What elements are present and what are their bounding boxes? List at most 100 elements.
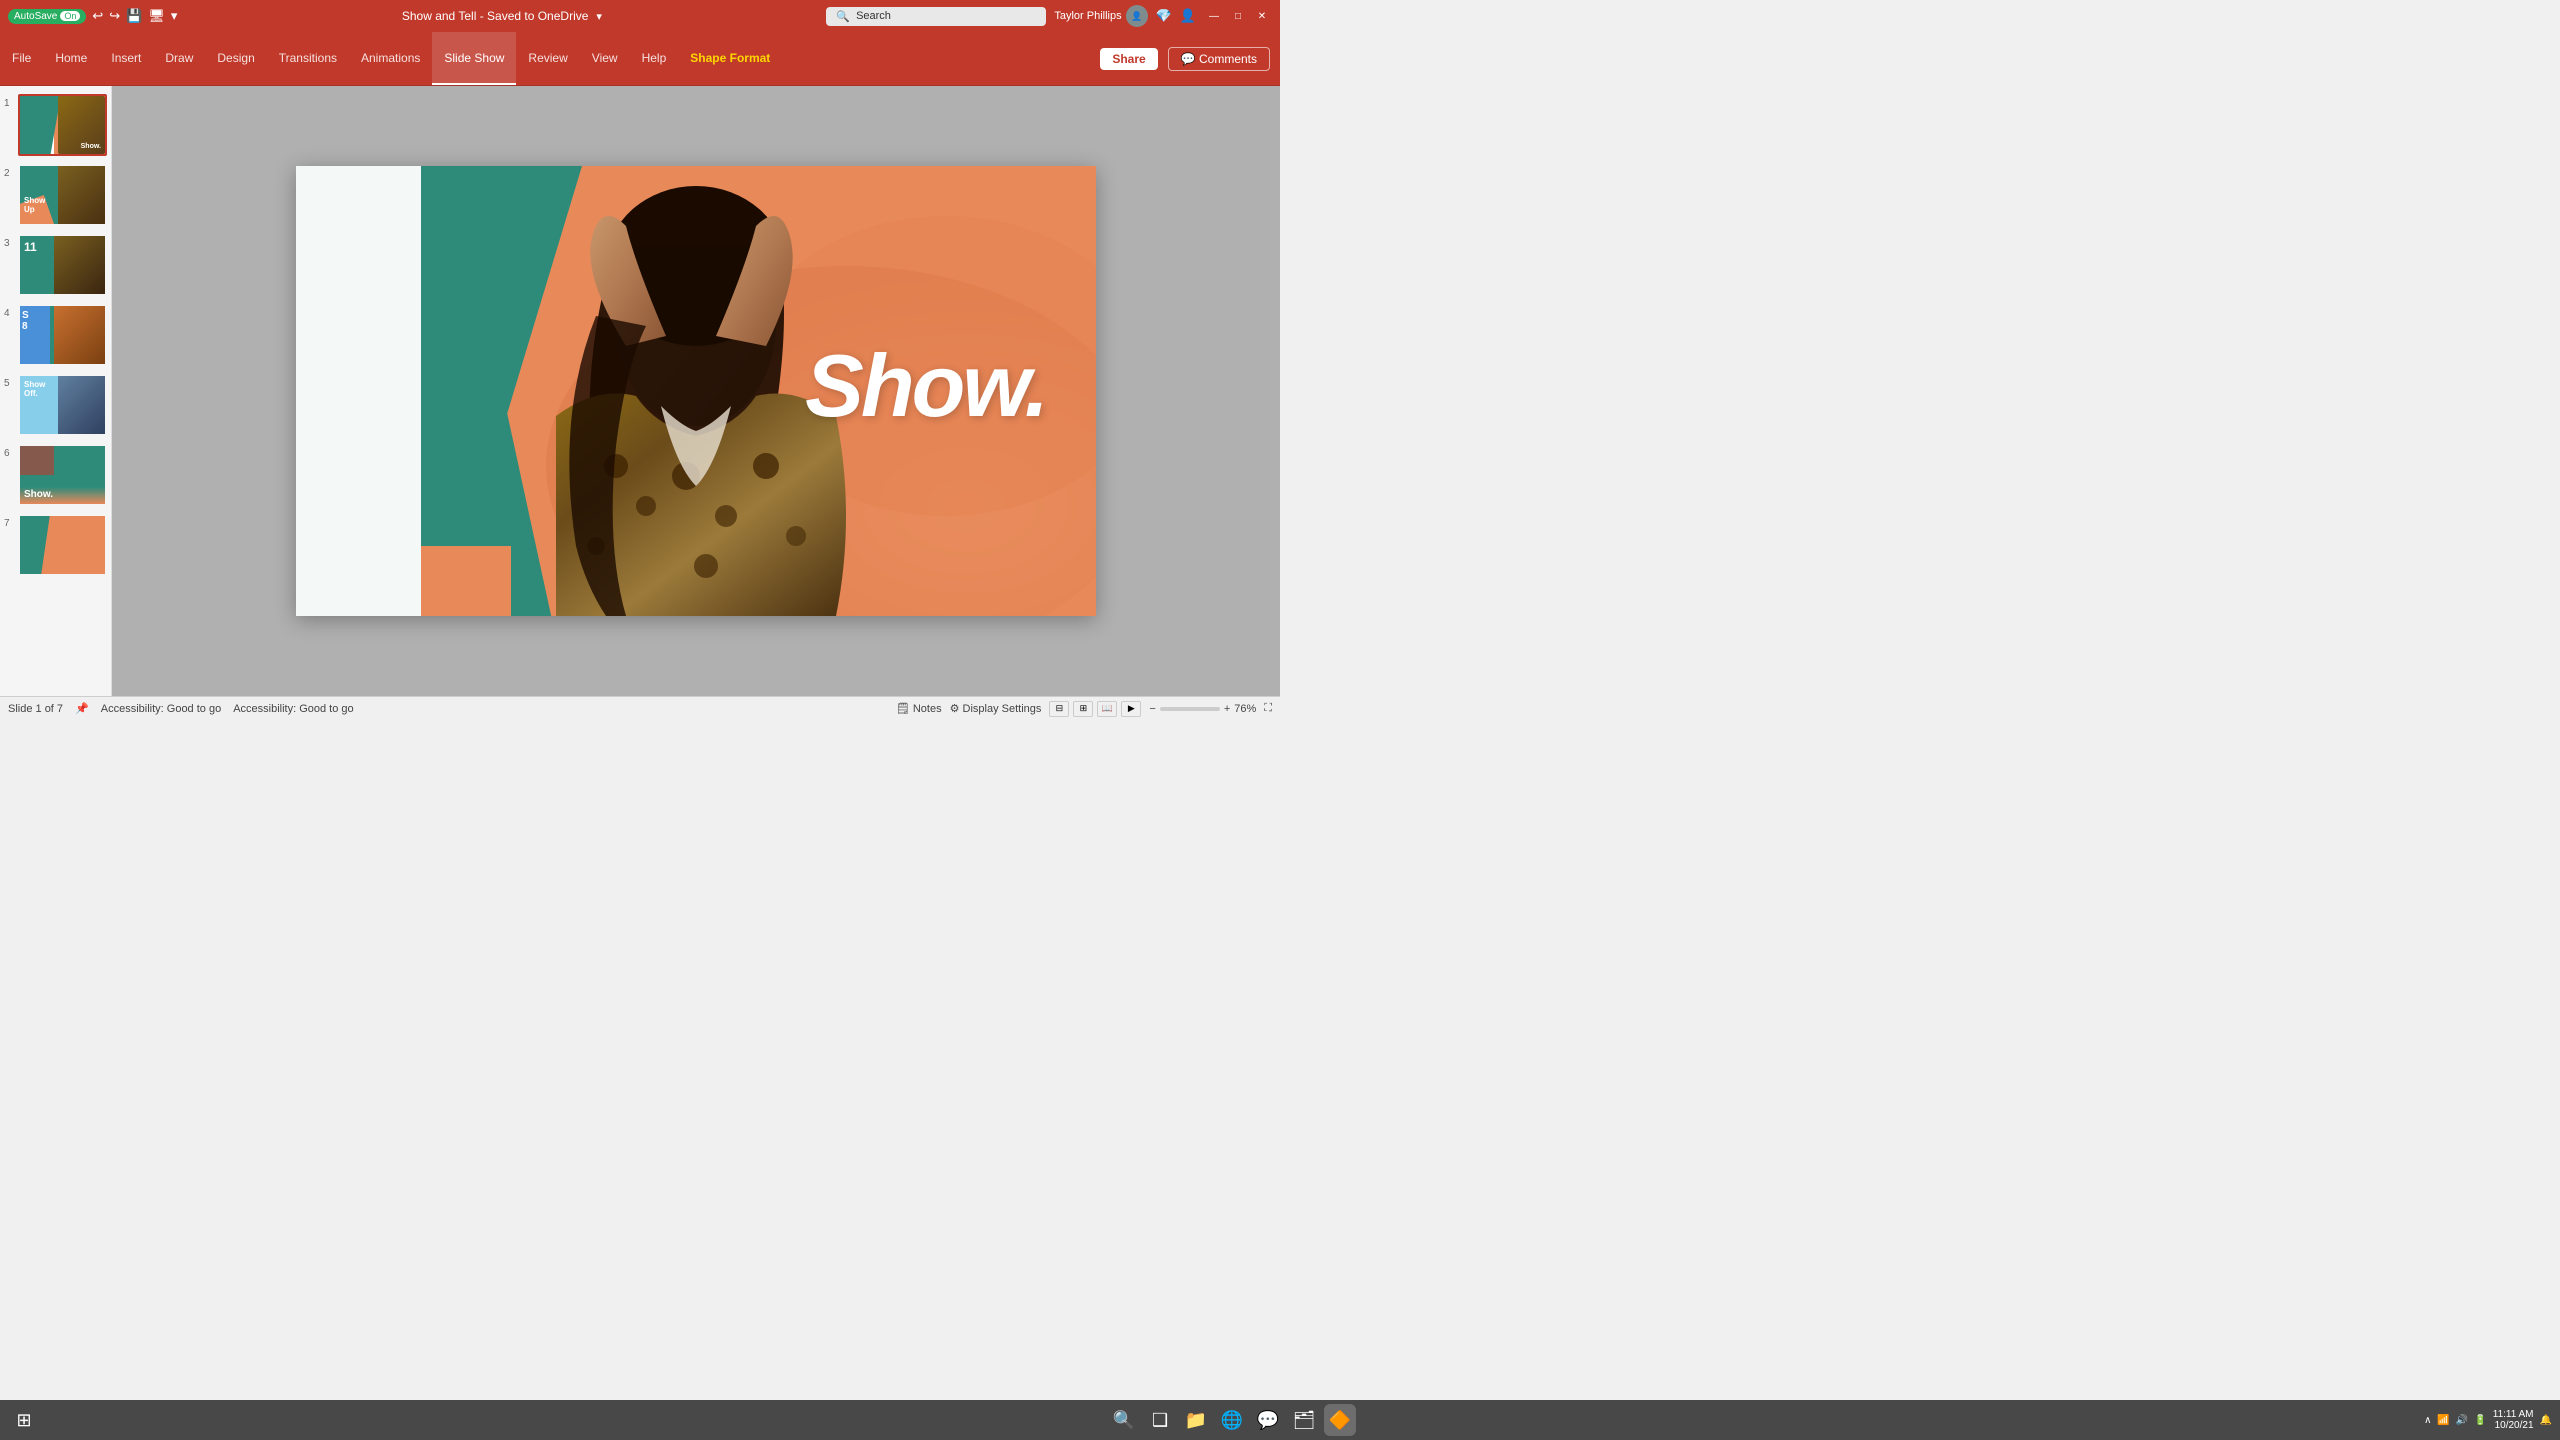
slide-thumb-3[interactable]: 3 11 bbox=[4, 234, 107, 296]
slide-number-5: 5 bbox=[4, 374, 14, 389]
tab-slideshow[interactable]: Slide Show bbox=[432, 32, 516, 85]
time-display[interactable]: 11:11 AM 10/20/21 bbox=[2493, 1409, 2534, 1431]
taskbar-chevron[interactable]: ∧ bbox=[2424, 1415, 2431, 1426]
thumb-6-label: Show. bbox=[24, 489, 53, 500]
profile-icon[interactable]: 👤 bbox=[1180, 8, 1196, 24]
undo-icon[interactable]: ↩ bbox=[92, 8, 103, 24]
slide-4-content: S8 bbox=[20, 306, 105, 364]
slide-7-thumbnail[interactable] bbox=[18, 514, 107, 576]
tab-home[interactable]: Home bbox=[43, 32, 99, 85]
redo-icon[interactable]: ↪ bbox=[109, 8, 120, 24]
slide-canvas[interactable]: Show. bbox=[296, 166, 1096, 616]
slide-number-1: 1 bbox=[4, 94, 14, 109]
sound-icon: 🔊 bbox=[2456, 1415, 2468, 1426]
tab-draw[interactable]: Draw bbox=[153, 32, 205, 85]
taskbar-explorer[interactable]: 📁 bbox=[1180, 1404, 1212, 1436]
notification-icon[interactable]: 🔔 bbox=[2540, 1415, 2552, 1426]
statusbar-left: Slide 1 of 7 📌 Accessibility: Good to go… bbox=[8, 702, 354, 715]
taskbar-center: 🔍 ❑ 📁 🌐 💬 🗂 🔶 bbox=[1108, 1404, 1356, 1436]
slide-5-thumbnail[interactable]: ShowOff. bbox=[18, 374, 107, 436]
zoom-in-button[interactable]: + bbox=[1224, 703, 1230, 715]
slide-thumb-5[interactable]: 5 ShowOff. bbox=[4, 374, 107, 436]
search-box[interactable]: 🔍 Search bbox=[826, 7, 1046, 26]
time: 11:11 AM bbox=[2493, 1409, 2534, 1420]
search-icon: 🔍 bbox=[836, 10, 850, 23]
tab-design[interactable]: Design bbox=[205, 32, 266, 85]
thumb-4-label: S8 bbox=[22, 310, 29, 332]
diamond-icon[interactable]: 💎 bbox=[1156, 8, 1172, 24]
zoom-out-button[interactable]: − bbox=[1149, 703, 1155, 715]
zoom-control: − + 76% bbox=[1149, 703, 1256, 715]
slide-number-7: 7 bbox=[4, 514, 14, 529]
autosave-toggle[interactable]: AutoSave On bbox=[8, 9, 86, 24]
tab-file[interactable]: File bbox=[0, 32, 43, 85]
taskbar-edge[interactable]: 🌐 bbox=[1216, 1404, 1248, 1436]
fit-to-window-button[interactable]: ⛶ bbox=[1264, 702, 1272, 715]
canvas-area[interactable]: Show. bbox=[112, 86, 1280, 696]
user-info: Taylor Phillips 👤 bbox=[1054, 5, 1147, 27]
taskbar-powerpoint[interactable]: 🔶 bbox=[1324, 1404, 1356, 1436]
zoom-slider[interactable] bbox=[1160, 707, 1220, 711]
slide-info: Slide 1 of 7 bbox=[8, 703, 63, 715]
present-icon[interactable]: 🖥 bbox=[148, 8, 165, 24]
taskbar-widgets[interactable]: 🗂 bbox=[1288, 1404, 1320, 1436]
slide-main-text[interactable]: Show. bbox=[805, 335, 1046, 437]
restore-button[interactable]: □ bbox=[1228, 8, 1248, 24]
tab-shapeformat[interactable]: Shape Format bbox=[678, 32, 782, 85]
slide-6-content: Show. bbox=[20, 446, 105, 504]
avatar[interactable]: 👤 bbox=[1126, 5, 1148, 27]
slideshow-view-button[interactable]: ▶ bbox=[1121, 701, 1141, 717]
slide-1-thumbnail[interactable]: Show. bbox=[18, 94, 107, 156]
notes-pin-icon[interactable]: 📌 bbox=[75, 702, 89, 715]
slide-6-thumbnail[interactable]: Show. bbox=[18, 444, 107, 506]
autosave-state: On bbox=[60, 11, 80, 21]
taskbar-taskview[interactable]: ❑ bbox=[1144, 1404, 1176, 1436]
slide-2-thumbnail[interactable]: ShowUp bbox=[18, 164, 107, 226]
tab-transitions[interactable]: Transitions bbox=[267, 32, 349, 85]
slide-thumb-4[interactable]: 4 S8 bbox=[4, 304, 107, 366]
date: 10/20/21 bbox=[2493, 1420, 2534, 1431]
ribbon: File Home Insert Draw Design Transitions… bbox=[0, 32, 1280, 86]
slide-thumb-7[interactable]: 7 bbox=[4, 514, 107, 576]
tab-view[interactable]: View bbox=[580, 32, 630, 85]
minimize-button[interactable]: — bbox=[1204, 8, 1224, 24]
thumb-5-label: ShowOff. bbox=[24, 380, 45, 398]
reading-view-button[interactable]: 📖 bbox=[1097, 701, 1117, 717]
taskbar: ⊞ 🔍 ❑ 📁 🌐 💬 🗂 🔶 ∧ 📶 🔊 🔋 11:11 AM 10/20/2… bbox=[0, 1400, 2560, 1440]
network-icon: 📶 bbox=[2437, 1415, 2449, 1426]
zoom-level: 76% bbox=[1234, 703, 1256, 715]
normal-view-button[interactable]: ⊟ bbox=[1049, 701, 1069, 717]
save-icon[interactable]: 💾 bbox=[126, 8, 142, 24]
comments-button[interactable]: 💬 Comments bbox=[1168, 47, 1270, 71]
tab-insert[interactable]: Insert bbox=[99, 32, 153, 85]
more-tools-icon[interactable]: ▾ bbox=[171, 8, 178, 24]
thumb-3-label: 11 bbox=[24, 240, 37, 254]
taskbar-teams[interactable]: 💬 bbox=[1252, 1404, 1284, 1436]
slide-thumb-6[interactable]: 6 Show. bbox=[4, 444, 107, 506]
grid-view-button[interactable]: ⊞ bbox=[1073, 701, 1093, 717]
tab-review[interactable]: Review bbox=[516, 32, 579, 85]
slide-3-content: 11 bbox=[20, 236, 105, 294]
slide-number-3: 3 bbox=[4, 234, 14, 249]
doc-title-dropdown[interactable]: ▾ bbox=[596, 10, 602, 23]
tab-help[interactable]: Help bbox=[630, 32, 679, 85]
start-button[interactable]: ⊞ bbox=[8, 1404, 40, 1436]
notes-button[interactable]: 🗒 Notes bbox=[896, 702, 942, 715]
taskbar-left: ⊞ bbox=[8, 1404, 40, 1436]
share-button[interactable]: Share bbox=[1100, 48, 1157, 70]
slide-thumb-1[interactable]: 1 Show. bbox=[4, 94, 107, 156]
statusbar-right: 🗒 Notes ⚙ Display Settings ⊟ ⊞ 📖 ▶ − + 7… bbox=[896, 701, 1272, 717]
display-settings-button[interactable]: ⚙ Display Settings bbox=[950, 702, 1042, 715]
close-button[interactable]: ✕ bbox=[1252, 8, 1272, 24]
titlebar-left-section: AutoSave On ↩ ↪ 💾 🖥 ▾ bbox=[8, 8, 177, 24]
doc-title: Show and Tell - Saved to OneDrive bbox=[402, 9, 589, 23]
taskbar-right: ∧ 📶 🔊 🔋 11:11 AM 10/20/21 🔔 bbox=[2424, 1409, 2552, 1431]
accessibility-text: Accessibility: Good to go bbox=[233, 703, 353, 715]
tab-animations[interactable]: Animations bbox=[349, 32, 432, 85]
slide-number-6: 6 bbox=[4, 444, 14, 459]
slide-4-thumbnail[interactable]: S8 bbox=[18, 304, 107, 366]
taskbar-search[interactable]: 🔍 bbox=[1108, 1404, 1140, 1436]
slide-thumb-2[interactable]: 2 ShowUp bbox=[4, 164, 107, 226]
statusbar: Slide 1 of 7 📌 Accessibility: Good to go… bbox=[0, 696, 1280, 720]
slide-3-thumbnail[interactable]: 11 bbox=[18, 234, 107, 296]
